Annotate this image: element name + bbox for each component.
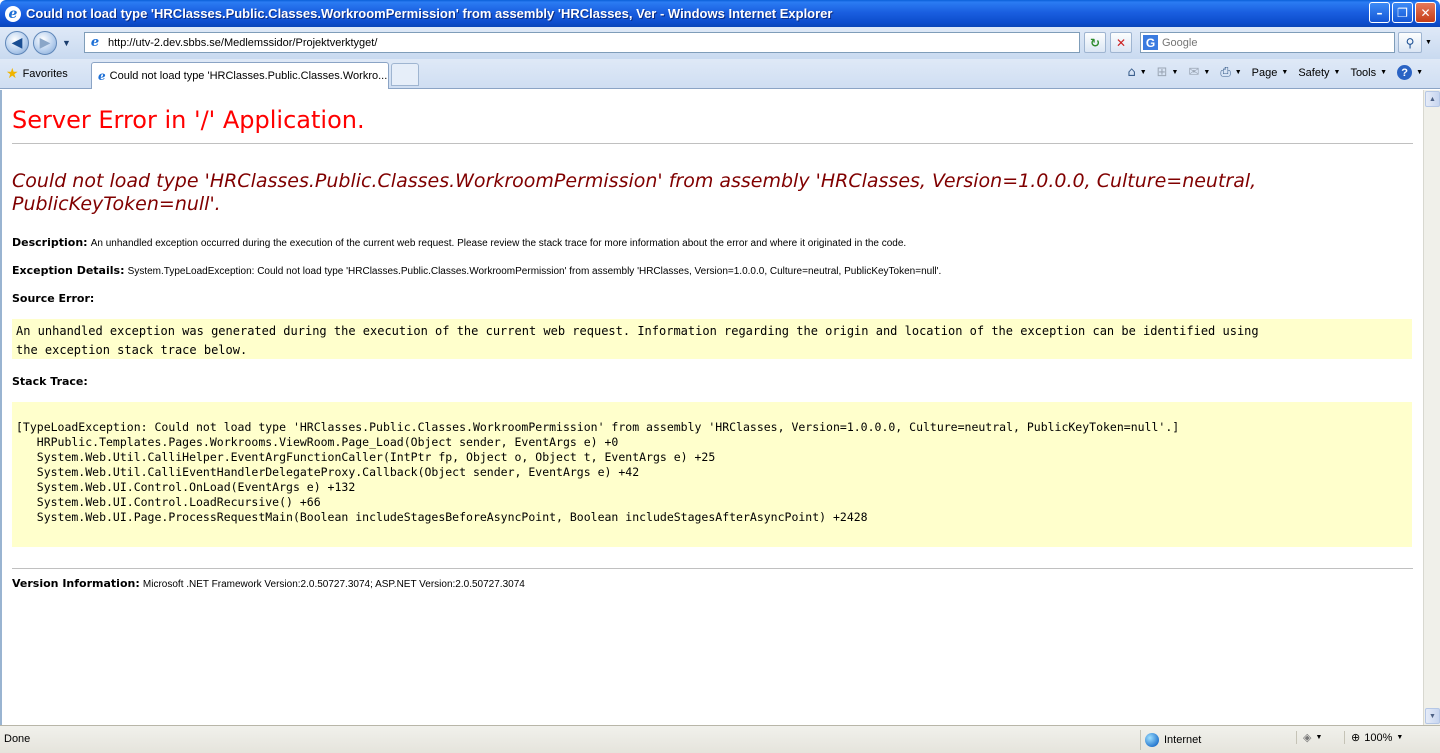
description-row: Description: An unhandled exception occu… <box>12 236 906 249</box>
forward-button[interactable]: ▶ <box>33 31 57 55</box>
tab-active[interactable]: e Could not load type 'HRClasses.Public.… <box>91 62 389 89</box>
favorites-button[interactable]: ★ Favorites <box>6 65 68 82</box>
page-content: Server Error in '/' Application. Could n… <box>0 90 1440 725</box>
stop-button[interactable]: ✕ <box>1110 32 1132 53</box>
refresh-button[interactable]: ↻ <box>1084 32 1106 53</box>
tab-row: ★ Favorites e Could not load type 'HRCla… <box>0 59 1440 89</box>
minimize-button[interactable]: – <box>1369 2 1390 23</box>
page-menu-label: Page <box>1251 66 1278 79</box>
page-icon: e <box>98 69 106 83</box>
url-input[interactable] <box>108 36 1068 49</box>
scroll-down-button[interactable]: ▼ <box>1425 708 1440 724</box>
protected-mode-icon: ◈ <box>1303 732 1312 744</box>
recent-pages-dropdown-icon[interactable]: ▼ <box>62 38 71 48</box>
zoom-level: 100% <box>1364 731 1393 744</box>
command-bar: ⌂ ▼ ⊞ ▼ ✉ ▼ ⎙ ▼ Page ▼ Safety ▼ Tools ▼ ? ▼ <box>1124 64 1426 81</box>
tab-title: Could not load type 'HRClasses.Public.Cl… <box>109 70 388 82</box>
help-icon: ? <box>1397 65 1413 80</box>
description-text: An unhandled exception occurred during t… <box>90 238 907 249</box>
tools-menu-label: Tools <box>1350 66 1377 79</box>
printer-icon: ⎙ <box>1220 65 1231 80</box>
divider <box>12 143 1413 144</box>
maximize-button[interactable]: ❐ <box>1392 2 1413 23</box>
tools-menu[interactable]: Tools ▼ <box>1347 66 1390 80</box>
search-box[interactable]: G <box>1140 32 1395 53</box>
safety-menu[interactable]: Safety ▼ <box>1295 66 1343 80</box>
star-icon: ★ <box>6 65 19 81</box>
error-message: Could not load type 'HRClasses.Public.Cl… <box>12 170 1257 215</box>
close-button[interactable]: ✕ <box>1415 2 1436 23</box>
new-tab-button[interactable] <box>391 63 419 86</box>
safety-menu-label: Safety <box>1298 66 1330 79</box>
description-label: Description: <box>12 236 88 249</box>
print-button[interactable]: ⎙ ▼ <box>1217 64 1244 81</box>
version-info-text: Microsoft .NET Framework Version:2.0.507… <box>142 579 525 590</box>
page-icon: e <box>90 34 100 50</box>
page-title: Server Error in '/' Application. <box>12 106 365 134</box>
ie-logo-icon: e <box>5 5 21 22</box>
version-info-row: Version Information: Microsoft .NET Fram… <box>12 577 525 590</box>
address-bar-row: ◀ ▶ ▼ e ↻ ✕ G ⚲ ▼ <box>0 27 1440 59</box>
divider <box>12 568 1413 569</box>
version-info-label: Version Information: <box>12 577 140 590</box>
status-bar: Done Internet ◈ ▼ ⊕ 100% ▼ <box>0 725 1440 753</box>
source-error-label: Source Error: <box>12 292 95 305</box>
stack-trace-label: Stack Trace: <box>12 375 88 388</box>
back-button[interactable]: ◀ <box>5 31 29 55</box>
exception-details-text: System.TypeLoadException: Could not load… <box>127 266 942 277</box>
search-go-button[interactable]: ⚲ <box>1398 32 1422 53</box>
security-zone[interactable]: Internet <box>1140 730 1290 750</box>
search-options-dropdown-icon[interactable]: ▼ <box>1425 39 1432 46</box>
google-icon: G <box>1143 35 1158 50</box>
status-text: Done <box>4 733 31 745</box>
exception-details-label: Exception Details: <box>12 264 125 277</box>
window-controls: – ❐ ✕ <box>1369 2 1436 23</box>
search-input[interactable] <box>1162 36 1382 49</box>
mail-icon: ✉ <box>1188 65 1200 80</box>
home-icon: ⌂ <box>1127 65 1136 80</box>
window-title-bar[interactable]: e Could not load type 'HRClasses.Public.… <box>0 0 1440 27</box>
favorites-label: Favorites <box>22 67 68 80</box>
help-menu[interactable]: ? ▼ <box>1394 64 1426 81</box>
zoom-icon: ⊕ <box>1351 732 1361 744</box>
protected-mode-button[interactable]: ◈ ▼ <box>1296 731 1322 744</box>
page-menu[interactable]: Page ▼ <box>1249 66 1292 80</box>
window-title: Could not load type 'HRClasses.Public.Cl… <box>26 6 833 21</box>
address-field[interactable]: e <box>84 32 1080 53</box>
source-error-row: Source Error: <box>12 292 94 305</box>
stack-trace-box: [TypeLoadException: Could not load type … <box>12 402 1412 547</box>
vertical-scrollbar[interactable]: ▲ ▼ <box>1423 90 1440 725</box>
exception-details-row: Exception Details: System.TypeLoadExcept… <box>12 264 941 277</box>
rss-icon: ⊞ <box>1156 65 1168 80</box>
mail-button[interactable]: ✉ ▼ <box>1185 64 1213 81</box>
feeds-button[interactable]: ⊞ ▼ <box>1154 64 1182 81</box>
scroll-up-button[interactable]: ▲ <box>1425 91 1440 107</box>
globe-icon <box>1145 733 1159 747</box>
zone-label: Internet <box>1164 734 1202 746</box>
source-error-box: An unhandled exception was generated dur… <box>12 319 1412 359</box>
stack-trace-row: Stack Trace: <box>12 375 88 388</box>
home-button[interactable]: ⌂ ▼ <box>1124 64 1149 81</box>
zoom-button[interactable]: ⊕ 100% ▼ <box>1344 731 1403 744</box>
